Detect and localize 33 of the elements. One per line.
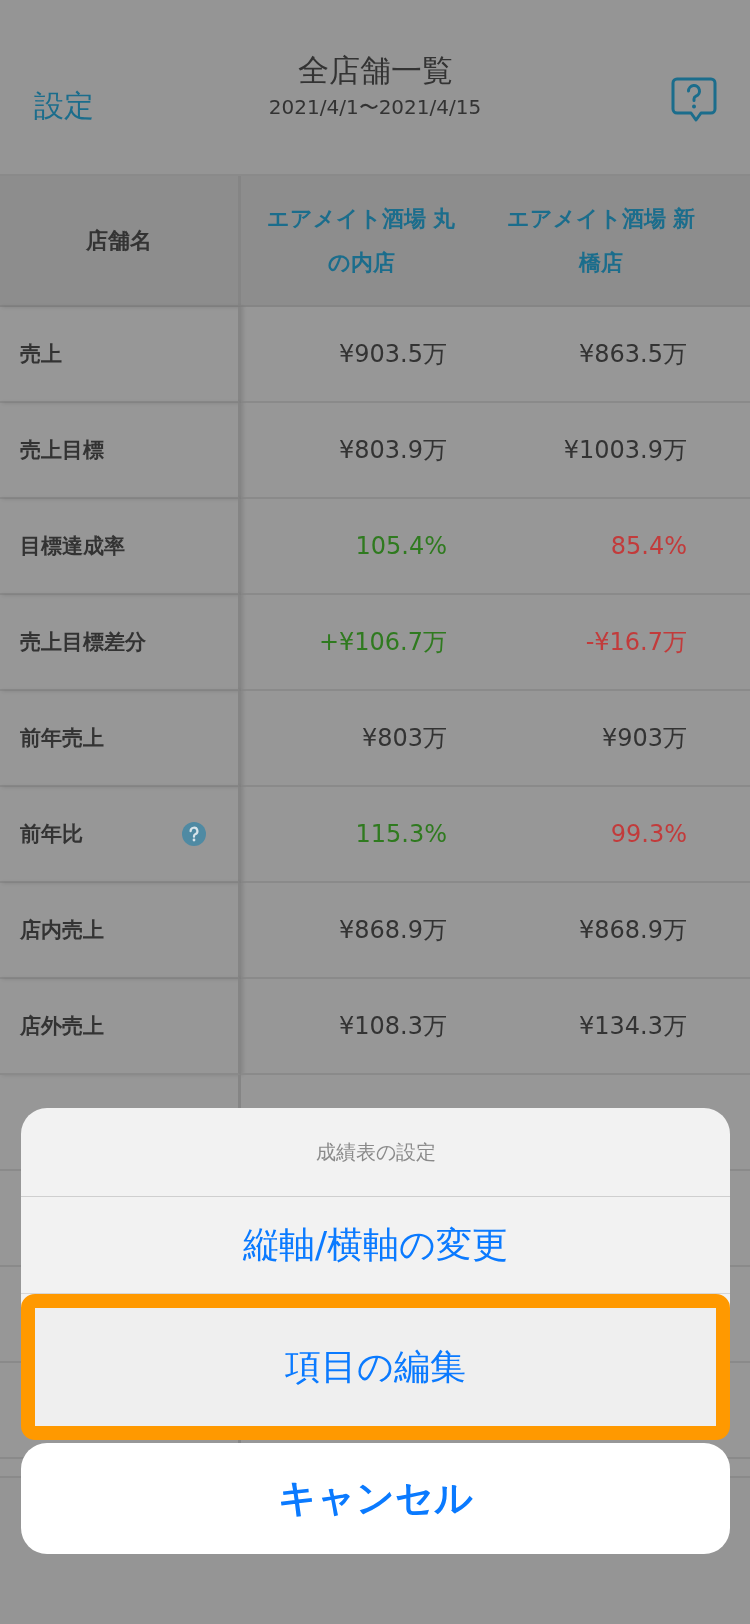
help-icon[interactable] (182, 822, 206, 846)
row-label: 目標達成率 (20, 533, 125, 560)
row-label: 売上目標差分 (20, 629, 146, 656)
table-cell-text: ¥108.3万 (339, 1011, 447, 1042)
table-cell: 85.4% (610, 532, 687, 560)
screen-title: 全店舗一覧 (297, 50, 453, 90)
table-cell-text: ¥903万 (601, 723, 687, 754)
row-label: 前年売上 (20, 725, 104, 752)
table-cell-text: ¥863.5万 (579, 339, 687, 370)
table-cell-text: -¥16.7万 (585, 627, 687, 658)
table-cell: 105.4% (355, 532, 447, 560)
column-header: 店舗名 (0, 176, 241, 307)
row-label: 売上 (20, 341, 62, 368)
table-cell-text: +¥106.7万 (318, 627, 447, 658)
row-label: 前年比 (20, 821, 83, 848)
table-cell-text: ¥903.5万 (339, 339, 447, 370)
help-icon[interactable] (670, 75, 718, 124)
date-range: 2021/4/1〜2021/4/15 (268, 93, 482, 120)
table-cell-text: ¥134.3万 (579, 1011, 687, 1042)
table-cell-text: ¥1003.9万 (563, 435, 687, 466)
row-label: 売上目標 (20, 437, 104, 464)
row-label: 店内売上 (20, 917, 104, 944)
cancel-button[interactable]: キャンセル (21, 1443, 730, 1554)
table-cell: 115.3% (355, 820, 447, 848)
sheet-option[interactable]: 項目の編集 (21, 1294, 730, 1440)
settings-link[interactable]: 設定 (0, 86, 100, 127)
table-cell: 99.3% (610, 820, 687, 848)
table-cell-text: ¥868.9万 (339, 915, 447, 946)
table-cell-text: ¥868.9万 (579, 915, 687, 946)
row-label: 店外売上 (20, 1013, 104, 1040)
table-cell-text: ¥803万 (361, 723, 447, 754)
table-cell-text: ¥803.9万 (339, 435, 447, 466)
sheet-title: 成績表の設定 (21, 1108, 730, 1197)
